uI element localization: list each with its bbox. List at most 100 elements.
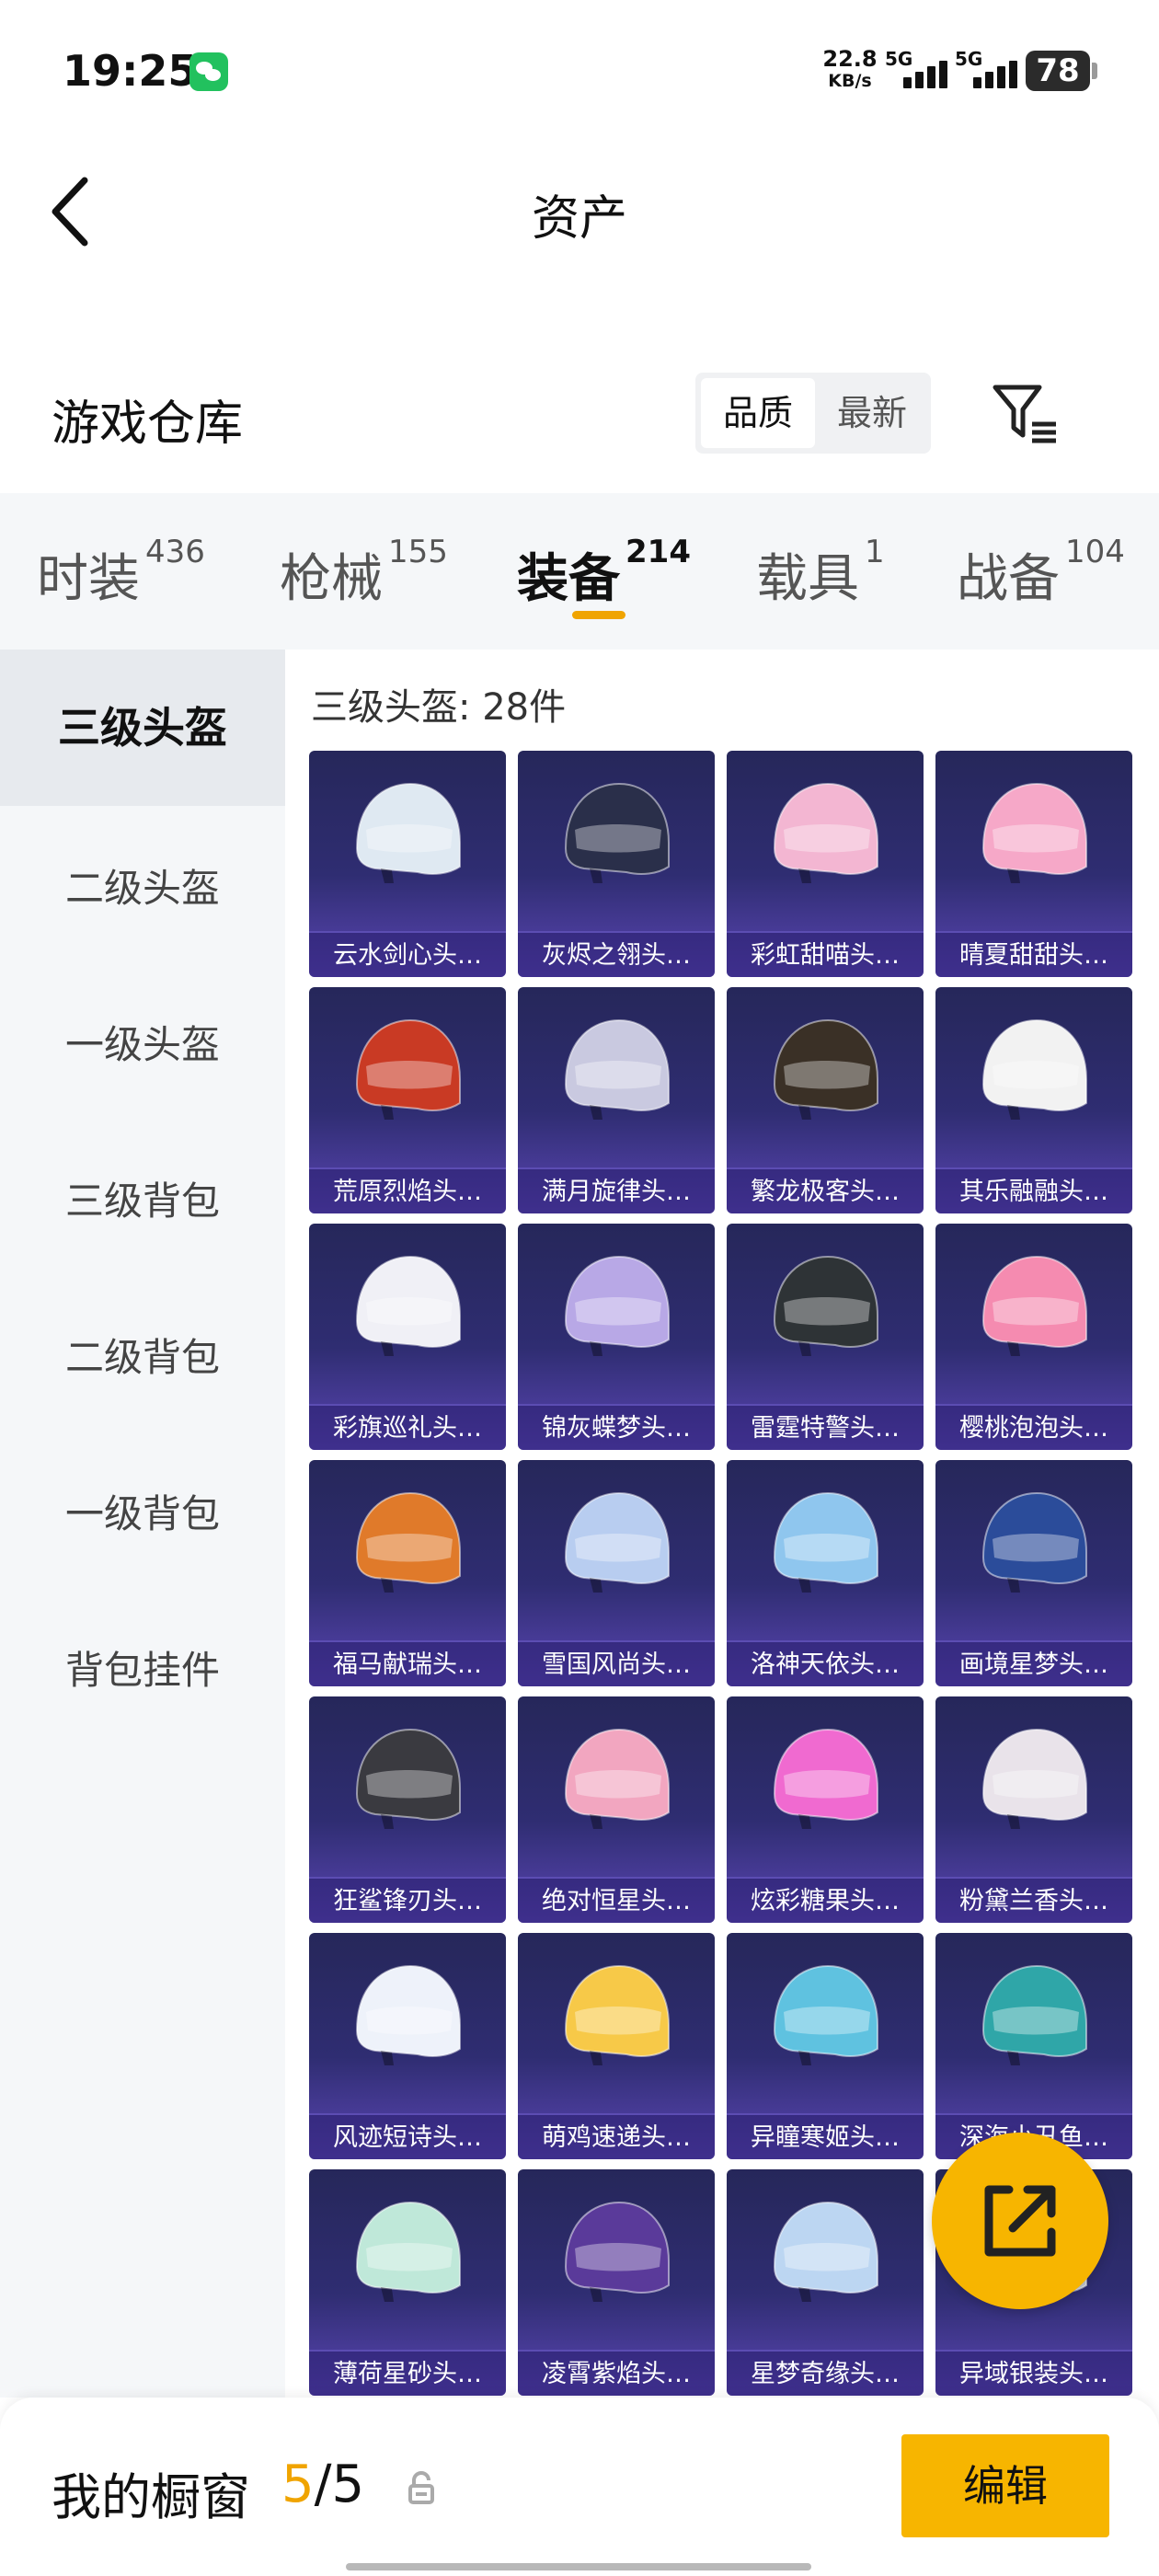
tab-label: 装备 [517,549,620,609]
item-card[interactable]: 雷霆特警头… [727,1224,924,1450]
item-card[interactable]: 荒原烈焰头… [309,987,506,1213]
item-card[interactable]: 薄荷星砂头… [309,2169,506,2396]
helmet-icon [981,1964,1087,2065]
helmet-icon [564,1255,670,1356]
helmet-icon [981,1018,1087,1120]
item-card[interactable]: 深海小丑鱼… [935,1933,1132,2159]
active-tab-indicator [572,611,625,619]
tab-count: 104 [1065,534,1125,570]
helmet-icon [355,1964,461,2065]
item-card[interactable]: 星梦奇缘头… [727,2169,924,2396]
sort-latest-button[interactable]: 最新 [815,378,929,448]
sidebar-item-level1-backpack[interactable]: 一级背包 [0,1468,285,1560]
item-name: 异瞳寒姬头… [727,2113,924,2159]
sidebar-item-level2-backpack[interactable]: 二级背包 [0,1312,285,1404]
item-card[interactable]: 萌鸡速递头… [518,1933,715,2159]
tab-count: 155 [388,534,448,570]
item-card[interactable]: 狂鲨锋刃头… [309,1696,506,1923]
tab-count: 214 [625,534,691,570]
sidebar-item-backpack-charm[interactable]: 背包挂件 [0,1625,285,1717]
item-name: 繁龙极客头… [727,1167,924,1213]
filter-button[interactable] [990,382,1060,446]
item-card[interactable]: 福马献瑞头… [309,1460,506,1686]
sidebar-item-level2-helmet[interactable]: 二级头盔 [0,843,285,935]
helmet-icon [773,782,878,883]
tab-label: 战备 [957,549,1060,609]
item-name: 炫彩糖果头… [727,1877,924,1923]
home-indicator[interactable] [346,2563,811,2570]
warehouse-title: 游戏仓库 [52,397,244,452]
helmet-icon [355,1255,461,1356]
sidebar-item-level3-helmet[interactable]: 三级头盔 [0,650,285,806]
item-name: 狂鲨锋刃头… [309,1877,506,1923]
item-card[interactable]: 繁龙极客头… [727,987,924,1213]
helmet-icon [981,782,1087,883]
tab-label: 载具 [756,549,859,609]
item-card[interactable]: 彩虹甜喵头… [727,751,924,977]
item-name: 雪国风尚头… [518,1640,715,1686]
sort-quality-button[interactable]: 品质 [701,378,815,448]
sidebar: 三级头盔 二级头盔 一级头盔 三级背包 二级背包 一级背包 背包挂件 [0,650,285,2398]
network-speed: 22.8 KB/s [813,48,887,92]
item-card[interactable]: 绝对恒星头… [518,1696,715,1923]
item-card[interactable]: 灰烬之翎头… [518,751,715,977]
tab-equipment[interactable]: 装备 214 [517,534,691,620]
item-card[interactable]: 风迹短诗头… [309,1933,506,2159]
item-name: 荒原烈焰头… [309,1167,506,1213]
item-card[interactable]: 异瞳寒姬头… [727,1933,924,2159]
tab-gear[interactable]: 战备 104 [957,534,1125,620]
item-card[interactable]: 樱桃泡泡头… [935,1224,1132,1450]
helmet-icon [355,1728,461,1829]
helmet-icon [564,1018,670,1120]
tab-label: 枪械 [280,549,383,609]
category-tabs: 时装 436 枪械 155 装备 214 载具 1 战备 104 [0,493,1159,650]
helmet-icon [564,782,670,883]
tab-weapons[interactable]: 枪械 155 [280,534,448,620]
item-card[interactable]: 其乐融融头… [935,987,1132,1213]
helmet-icon [773,2201,878,2302]
sidebar-item-level1-helmet[interactable]: 一级头盔 [0,999,285,1091]
item-name: 绝对恒星头… [518,1877,715,1923]
item-card[interactable]: 洛神天依头… [727,1460,924,1686]
item-card[interactable]: 锦灰蝶梦头… [518,1224,715,1450]
lock-icon [408,2471,434,2504]
item-card[interactable]: 雪国风尚头… [518,1460,715,1686]
helmet-icon [564,1964,670,2065]
tab-fashion[interactable]: 时装 436 [37,534,205,620]
item-name: 云水剑心头… [309,931,506,977]
item-card[interactable]: 满月旋律头… [518,987,715,1213]
helmet-icon [355,2201,461,2302]
tab-label: 时装 [37,549,140,609]
item-name: 薄荷星砂头… [309,2350,506,2396]
item-card[interactable]: 云水剑心头… [309,751,506,977]
network-speed-unit: KB/s [828,71,872,91]
sidebar-item-level3-backpack[interactable]: 三级背包 [0,1156,285,1248]
item-card[interactable]: 画境星梦头… [935,1460,1132,1686]
item-card[interactable]: 粉黛兰香头… [935,1696,1132,1923]
item-name: 萌鸡速递头… [518,2113,715,2159]
showcase-count: 5/5 [281,2455,364,2514]
helmet-icon [564,2201,670,2302]
item-name: 其乐融融头… [935,1167,1132,1213]
tab-vehicles[interactable]: 载具 1 [756,534,885,620]
share-button[interactable] [932,2133,1108,2309]
tab-count: 1 [865,534,885,570]
item-card[interactable]: 凌霄紫焰头… [518,2169,715,2396]
item-name: 锦灰蝶梦头… [518,1404,715,1450]
item-name: 异域银装头… [935,2350,1132,2396]
battery-indicator: 78 [1026,51,1097,91]
item-card[interactable]: 晴夏甜甜头… [935,751,1132,977]
item-name: 灰烬之翎头… [518,931,715,977]
edit-button[interactable]: 编辑 [901,2434,1109,2537]
showcase-count-total: /5 [314,2455,365,2514]
signal-icon: 5G [883,48,947,94]
item-card[interactable]: 炫彩糖果头… [727,1696,924,1923]
item-count-label: 三级头盔: 28件 [311,686,567,729]
helmet-icon [981,1491,1087,1593]
wechat-icon [189,52,228,91]
status-time: 19:25 [63,46,198,96]
page-title: 资产 [531,191,627,247]
item-card[interactable]: 彩旗巡礼头… [309,1224,506,1450]
item-name: 星梦奇缘头… [727,2350,924,2396]
helmet-icon [355,1491,461,1593]
